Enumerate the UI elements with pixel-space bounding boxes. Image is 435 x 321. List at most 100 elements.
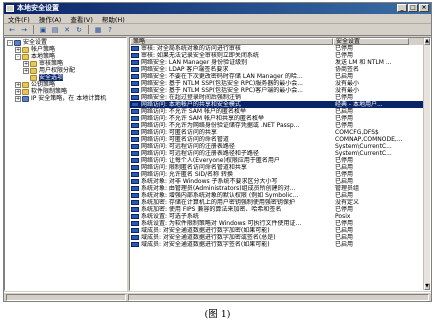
table-row[interactable]: 网络访问: 本地帐户的共享和安全模式 经典 - 本地用户... (130, 101, 430, 108)
table-row[interactable]: 系统加密: 使用 FIPS 兼容的算法来加密、哈希和签名 已停用 (130, 206, 430, 213)
scroll-down-icon[interactable]: ▼ (424, 283, 430, 290)
help-icon[interactable]: ? (105, 25, 115, 34)
tree-node-label: 公钥策略 (31, 81, 56, 88)
table-row[interactable]: 审核: 如果无法记录安全审核则立即关闭系统 已停用 (130, 52, 430, 59)
collapse-icon[interactable]: - (7, 39, 13, 46)
tree-node[interactable]: + 软件限制策略 (5, 88, 126, 95)
policy-cell: 系统加密: 存储在计算机上的用户密钥强制使用强密钥保护 (130, 199, 333, 206)
tree-node-label: IP 安全策略，在 本地计算机 (31, 95, 107, 102)
table-row[interactable]: 域成员: 对安全通道数据进行数字加密或签名(总是) 已启用 (130, 234, 430, 241)
policy-name: 网络访问: 让每个人(Everyone)权限应用于匿名用户 (141, 157, 280, 164)
setting-cell: 已停用 (335, 52, 354, 59)
menu-view[interactable]: 查看(V) (70, 14, 93, 24)
scroll-up-icon[interactable]: ▲ (424, 38, 430, 45)
policy-name: 系统对象: 增强内部系统对象的默认权限 (例如 Symbolic... (141, 192, 299, 199)
policy-cell: 网络访问: 允许匿名 SID/名称 转换 (130, 171, 333, 178)
table-row[interactable]: 网络访问: 限制匿名访问命名管道和共享 已启用 (130, 164, 430, 171)
expand-icon[interactable]: + (15, 88, 21, 95)
tree-node[interactable]: 安全选项 (5, 74, 126, 81)
setting-cell: 已启用 (335, 234, 354, 241)
table-row[interactable]: 域成员: 对安全通道数据进行数字加密(如果可能) 已启用 (130, 227, 430, 234)
table-row[interactable]: 网络访问: 不允许 SAM 帐户和共享的匿名枚举 已停用 (130, 115, 430, 122)
expand-icon[interactable]: + (15, 95, 21, 102)
policy-name: 域成员: 对安全通道数据进行数字签名(如果可能) (141, 241, 270, 248)
column-header-policy[interactable]: 策略 (130, 38, 333, 45)
policy-name: 系统加密: 存储在计算机上的用户密钥强制使用强密钥保护 (141, 199, 295, 206)
tree-node[interactable]: + 公钥策略 (5, 81, 126, 88)
up-icon[interactable]: ▣ (38, 25, 48, 34)
forward-icon[interactable]: → (19, 25, 29, 34)
table-row[interactable]: 网络安全: 基于 NTLM SSP(包括安全 RPC)服务器的最小会... 没有最… (130, 80, 430, 87)
policy-icon (131, 137, 139, 142)
policy-icon (131, 158, 139, 163)
table-row[interactable]: 系统设置: 可选子系统 Posix (130, 213, 430, 220)
expand-icon[interactable]: + (23, 60, 29, 67)
export-icon[interactable]: ▦ (93, 25, 103, 34)
close-button[interactable]: × (419, 4, 429, 12)
tree-node[interactable]: + 审核策略 (5, 60, 126, 67)
table-row[interactable]: 系统对象: 增强内部系统对象的默认权限 (例如 Symbolic... 已启用 (130, 192, 430, 199)
folder-icon (22, 53, 29, 60)
collapse-icon[interactable]: - (15, 53, 21, 60)
table-row[interactable]: 系统设置: 为软件限制策略对 Windows 可执行文件使用证... 已停用 (130, 220, 430, 227)
policy-cell: 系统设置: 为软件限制策略对 Windows 可执行文件使用证... (130, 220, 333, 227)
policy-name: 网络访问: 不允许 SAM 帐户和共享的匿名枚举 (141, 115, 264, 122)
table-row[interactable]: 域成员: 对安全通道数据进行数字签名(如果可能) 已启用 (130, 241, 430, 248)
expand-icon[interactable]: + (15, 46, 21, 53)
table-row[interactable]: 网络访问: 可匿名访问的共享 COMCFG,DFS$ (130, 129, 430, 136)
expand-icon[interactable]: + (23, 67, 29, 74)
folder-icon (30, 74, 37, 81)
delete-icon[interactable]: ✕ (62, 25, 72, 34)
setting-cell: 管理员组 (335, 185, 360, 192)
maximize-button[interactable]: □ (408, 4, 418, 12)
table-row[interactable]: 网络访问: 让每个人(Everyone)权限应用于匿名用户 已停用 (130, 157, 430, 164)
menu-action[interactable]: 操作(A) (39, 14, 62, 24)
setting-cell: 已停用 (335, 115, 354, 122)
table-row[interactable]: 网络安全: 不要在下次更改密码时存储 LAN Manager 的哈... 已启用 (130, 73, 430, 80)
back-icon[interactable]: ← (7, 25, 17, 34)
table-row[interactable]: 网络访问: 可远程访问的注册表路径和子路径 System\CurrentC... (130, 150, 430, 157)
table-row[interactable]: 网络访问: 可远程访问的注册表路径 System\CurrentC... (130, 143, 430, 150)
table-row[interactable]: 网络访问: 不允许为网络身份验证储存凭据或 .NET Passp... 已停用 (130, 122, 430, 129)
refresh-icon[interactable]: ↻ (74, 25, 84, 34)
setting-cell: 已停用 (335, 220, 354, 227)
policy-cell: 网络访问: 可匿名访问的命名管道 (130, 136, 333, 143)
table-row[interactable]: 网络访问: 可匿名访问的命名管道 COMNAP,COMNODE,... (130, 136, 430, 143)
policy-icon (131, 102, 139, 107)
title-bar[interactable]: 本地安全设置 _ □ × (4, 3, 431, 14)
table-row[interactable]: 网络安全: 基于 NTLM SSP(包括安全 RPC)客户端的最小会... 没有最… (130, 87, 430, 94)
tree-node[interactable]: - 安全设置 (5, 39, 126, 46)
setting-cell: 经典 - 本地用户... (335, 101, 383, 108)
table-row[interactable]: 网络安全: LDAP 客户端签名要求 协商签名 (130, 66, 430, 73)
column-header-setting[interactable]: 安全设置 (333, 38, 409, 45)
setting-cell: 协商签名 (335, 66, 360, 73)
expand-icon[interactable] (23, 75, 29, 81)
policy-name: 系统对象: 对非 Windows 子系统不要求区分大小写 (141, 178, 278, 185)
tree-node[interactable]: + 帐户策略 (5, 46, 126, 53)
tree-node-label: 用户权限分配 (39, 67, 76, 74)
table-row[interactable]: 网络安全: LAN Manager 身份验证级别 发送 LM 和 NTLM ... (130, 59, 430, 66)
policy-cell: 网络访问: 可远程访问的注册表路径 (130, 143, 333, 150)
table-row[interactable]: 审核: 对全局系统对象的访问进行审核 已停用 (130, 45, 430, 52)
menu-help[interactable]: 帮助(H) (102, 14, 125, 24)
table-row[interactable]: 系统加密: 存储在计算机上的用户密钥强制使用强密钥保护 没有定义 (130, 199, 430, 206)
table-row[interactable]: 系统对象: 由管理员(Administrators)组成员所创建的对... 管理员… (130, 185, 430, 192)
table-row[interactable]: 系统对象: 对非 Windows 子系统不要求区分大小写 已启用 (130, 178, 430, 185)
table-row[interactable]: 网络访问: 不允许 SAM 帐户的匿名枚举 已启用 (130, 108, 430, 115)
expand-icon[interactable]: + (15, 81, 21, 88)
minimize-button[interactable]: _ (397, 4, 407, 12)
console-tree: - 安全设置 + 帐户策略 - 本地策略 + 审核策略 + 用户权限分配 安全选项 + 公钥策略 + 软件限… (4, 37, 127, 291)
table-row[interactable]: 网络安全: 在超过登录时间后强制注销 已停用 (130, 94, 430, 101)
policy-name: 网络访问: 可远程访问的注册表路径 (141, 143, 235, 150)
tree-node[interactable]: + 用户权限分配 (5, 67, 126, 74)
menu-file[interactable]: 文件(F) (8, 14, 30, 24)
policy-icon (131, 172, 139, 177)
vertical-scrollbar[interactable]: ▲ ▼ (423, 38, 430, 290)
tree-node[interactable]: - 本地策略 (5, 53, 126, 60)
tree-node[interactable]: + IP 安全策略，在 本地计算机 (5, 95, 126, 102)
folder-icon (22, 88, 29, 95)
properties-icon[interactable]: ▤ (50, 25, 60, 34)
table-row[interactable]: 网络访问: 允许匿名 SID/名称 转换 已停用 (130, 171, 430, 178)
policy-icon (131, 214, 139, 219)
setting-cell: 已启用 (335, 164, 354, 171)
